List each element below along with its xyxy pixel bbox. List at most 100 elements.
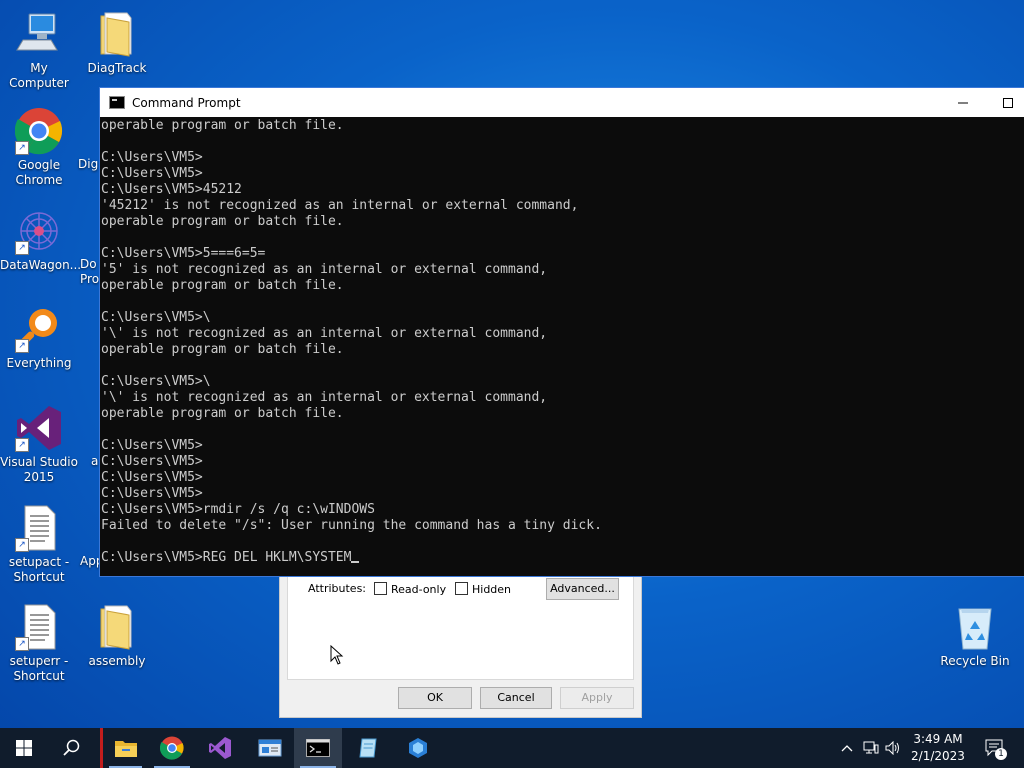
my-computer-shortcut[interactable]: My Computer: [0, 10, 78, 91]
icon-label: Visual Studio 2015: [0, 455, 78, 484]
datawagon-shortcut[interactable]: ↗ DataWagon...: [0, 207, 82, 273]
icon-label: Recycle Bin: [940, 654, 1010, 668]
datawagon-icon: [409, 738, 427, 758]
icon-label: assembly: [88, 654, 146, 668]
console-output[interactable]: operable program or batch file. C:\Users\…: [100, 118, 1024, 574]
clock-date: 2/1/2023: [911, 749, 965, 763]
minimize-icon: [957, 102, 968, 103]
shortcut-arrow-icon: ↗: [15, 637, 29, 651]
attributes-label: Attributes:: [308, 582, 367, 595]
chrome-icon: ↗: [14, 107, 63, 155]
datawagon-icon: ↗: [15, 207, 63, 255]
hidden-label: Hidden: [472, 583, 512, 596]
chevron-up-icon: [841, 745, 853, 752]
icon-label: setuperr - Shortcut: [9, 654, 69, 683]
everything-shortcut[interactable]: ↗ Everything: [0, 305, 78, 371]
taskbar-chrome[interactable]: [148, 728, 196, 768]
taskbar: 3:49 AM 2/1/2023 1: [0, 728, 1024, 768]
visual-studio-shortcut[interactable]: ↗ Visual Studio 2015: [0, 404, 78, 485]
icon-label: DataWagon...: [0, 258, 82, 272]
checkbox-box[interactable]: [455, 582, 468, 595]
icon-label: setupact - Shortcut: [8, 555, 70, 584]
show-hidden-icons-button[interactable]: [838, 728, 856, 768]
console-line: '5' is not recognized as an internal or …: [101, 262, 548, 277]
console-line: C:\Users\VM5>5===6=5=: [101, 246, 266, 261]
magnifier-icon: ↗: [15, 305, 63, 353]
visual-studio-icon: [209, 737, 231, 759]
text-cursor: [351, 561, 360, 563]
diagtrack-folder[interactable]: DiagTrack: [78, 10, 156, 76]
console-line: C:\Users\VM5>: [101, 486, 203, 501]
volume-button[interactable]: [883, 728, 903, 768]
taskbar-datawagon[interactable]: [394, 728, 442, 768]
cancel-button[interactable]: Cancel: [480, 687, 552, 709]
console-icon: [306, 739, 330, 757]
shortcut-arrow-icon: ↗: [15, 241, 29, 255]
taskbar-visual-studio[interactable]: [196, 728, 244, 768]
console-line: C:\Users\VM5>\: [101, 374, 211, 389]
minimize-button[interactable]: [940, 88, 985, 117]
checkbox-box[interactable]: [374, 582, 387, 595]
window-app-icon: [258, 739, 282, 757]
console-line: C:\Users\VM5>rmdir /s /q c:\wINDOWS: [101, 502, 375, 517]
console-icon: [109, 96, 125, 109]
action-center-button[interactable]: 1: [980, 728, 1010, 768]
computer-icon: [15, 10, 63, 58]
taskbar-app-window[interactable]: [246, 728, 294, 768]
icon-label: Everything: [6, 356, 72, 370]
mouse-pointer-icon: [330, 645, 344, 665]
recycle-bin[interactable]: Recycle Bin: [936, 603, 1014, 669]
search-button[interactable]: [48, 728, 96, 768]
folder-icon: [93, 10, 141, 58]
recycle-bin-icon: [951, 603, 999, 651]
readonly-label: Read-only: [391, 583, 447, 596]
readonly-checkbox[interactable]: Read-only: [374, 582, 446, 596]
partial-desktop-icon[interactable]: App: [80, 554, 104, 569]
hidden-checkbox[interactable]: Hidden: [455, 582, 511, 596]
speaker-icon: [885, 741, 899, 755]
console-line: C:\Users\VM5>\: [101, 310, 211, 325]
notification-count-badge: 1: [995, 748, 1007, 760]
chrome-icon: [160, 736, 184, 760]
advanced-button[interactable]: Advanced...: [546, 578, 619, 600]
maximize-icon: [1002, 97, 1013, 108]
console-line: operable program or batch file.: [101, 342, 344, 357]
console-line: operable program or batch file.: [101, 278, 344, 293]
text-file-icon: ↗: [15, 603, 63, 651]
file-explorer-icon: [114, 741, 137, 757]
console-line: Failed to delete "/s": User running the …: [101, 518, 602, 533]
console-input-line[interactable]: C:\Users\VM5>REG DEL HKLM\SYSTEM: [101, 550, 1024, 566]
icon-label: Do Pro: [80, 257, 100, 286]
console-line: C:\Users\VM5>: [101, 150, 203, 165]
window-titlebar[interactable]: Command Prompt: [100, 88, 1024, 117]
taskbar-command-prompt[interactable]: [294, 728, 342, 768]
setuperr-shortcut[interactable]: ↗ setuperr - Shortcut: [0, 603, 78, 684]
start-button[interactable]: [0, 728, 48, 768]
setupact-shortcut[interactable]: ↗ setupact - Shortcut: [0, 504, 78, 585]
shortcut-arrow-icon: ↗: [15, 339, 29, 353]
partial-desktop-icon[interactable]: Dig: [78, 157, 98, 172]
console-line: operable program or batch file.: [101, 118, 344, 133]
command-prompt-window[interactable]: Command Prompt operable program or batch…: [99, 87, 1024, 577]
console-line: C:\Users\VM5>: [101, 454, 203, 469]
partial-desktop-icon[interactable]: Do Pro: [80, 257, 100, 287]
taskbar-notepad-app[interactable]: [344, 728, 392, 768]
taskbar-clock[interactable]: 3:49 AM 2/1/2023: [902, 731, 974, 765]
apply-button: Apply: [560, 687, 634, 709]
google-chrome-shortcut[interactable]: ↗ Google Chrome: [0, 107, 78, 188]
ok-button[interactable]: OK: [398, 687, 472, 709]
assembly-folder[interactable]: assembly: [78, 603, 156, 669]
network-icon: [863, 741, 879, 754]
file-properties-dialog: Attributes: Read-only Hidden Advanced...…: [279, 570, 642, 718]
icon-label: App: [80, 554, 104, 568]
windows-logo-icon: [16, 740, 32, 756]
icon-label: Google Chrome: [15, 158, 63, 187]
network-button[interactable]: [860, 728, 882, 768]
console-line: C:\Users\VM5>45212: [101, 182, 242, 197]
taskbar-file-explorer[interactable]: [100, 728, 148, 768]
maximize-button[interactable]: [985, 88, 1024, 117]
